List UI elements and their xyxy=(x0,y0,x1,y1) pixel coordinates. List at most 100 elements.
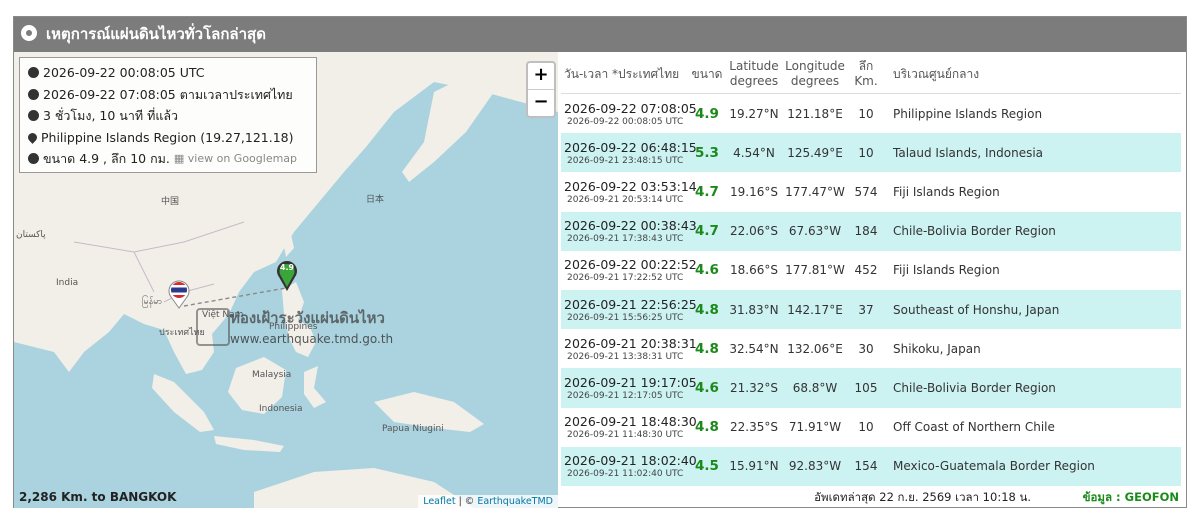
cell-depth: 10 xyxy=(858,420,874,435)
table-header-row: วัน-เวลา *ประเทศไทย ขนาด Latitude degrees… xyxy=(561,55,1181,94)
local-time: 2026-09-22 07:08:05 xyxy=(564,100,697,116)
utc-time: 2026-09-21 11:02:40 UTC xyxy=(567,469,684,480)
quake-pin-magnitude: 4.9 xyxy=(279,263,295,272)
utc-time: 2026-09-21 17:38:43 UTC xyxy=(567,234,684,245)
info-ago-row: 3 ชั่วโมง, 10 นาที ที่แล้ว xyxy=(28,105,308,127)
leaflet-link[interactable]: Leaflet xyxy=(423,496,455,507)
panel-title: เหตุการณ์แผ่นดินไหวทั่วโลกล่าสุด xyxy=(46,25,266,43)
local-time: 2026-09-21 18:02:40 xyxy=(564,453,697,469)
col-region: บริเวณศูนย์กลาง xyxy=(885,55,1181,94)
cell-latitude: 21.32°S xyxy=(725,368,783,408)
table-row[interactable]: 2026-09-22 00:22:52 2026-09-21 17:22:52 U… xyxy=(561,251,1181,290)
cell-latitude: 15.91°N xyxy=(725,446,783,486)
quake-marker[interactable]: 4.9 xyxy=(276,260,298,292)
googlemap-label: view on Googlemap xyxy=(187,152,298,165)
cell-depth: 10 xyxy=(847,133,885,173)
table-row[interactable]: 2026-09-21 18:02:40 2026-09-21 11:02:40 U… xyxy=(561,446,1181,486)
cell-datetime: 2026-09-22 07:08:05 2026-09-22 00:08:05 U… xyxy=(561,94,697,134)
cell-region: Shikoku, Japan xyxy=(893,341,981,356)
thailand-marker[interactable] xyxy=(166,279,192,309)
utc-time: 2026-09-21 15:56:25 UTC xyxy=(567,312,684,323)
cell-datetime: 2026-09-22 00:22:52 2026-09-21 17:22:52 U… xyxy=(561,251,697,290)
map-label-myanmar: မြန်မာ xyxy=(142,297,163,307)
cell-region: Fiji Islands Region xyxy=(893,263,1000,278)
table-row[interactable]: 2026-09-22 00:38:43 2026-09-21 17:38:43 U… xyxy=(561,211,1181,251)
quake-table-wrap: วัน-เวลา *ประเทศไทย ขนาด Latitude degrees… xyxy=(561,55,1181,507)
tmd-watermark: ท่องเฝ้าระวังแผ่นดินไหว www.earthquake.t… xyxy=(194,304,404,360)
local-time: 2026-09-21 22:56:25 xyxy=(564,296,697,312)
cell-datetime: 2026-09-21 18:02:40 2026-09-21 11:02:40 U… xyxy=(561,446,697,486)
info-icon xyxy=(28,153,39,165)
cell-latitude: 22.35°S xyxy=(730,420,778,435)
cell-longitude: 121.18°E xyxy=(787,106,843,121)
cell-longitude: 67.63°W xyxy=(783,211,847,251)
quake-info-box: 2026-09-22 00:08:05 UTC 2026-09-22 07:08… xyxy=(19,57,317,173)
info-local: 2026-09-22 07:08:05 ตามเวลาประเทศไทย xyxy=(43,86,293,102)
cell-datetime: 2026-09-22 06:48:15 2026-09-21 23:48:15 U… xyxy=(561,133,697,173)
utc-time: 2026-09-21 17:22:52 UTC xyxy=(567,273,684,284)
utc-time: 2026-09-21 23:48:15 UTC xyxy=(567,155,684,166)
zoom-out-button[interactable]: − xyxy=(528,89,554,116)
table-row[interactable]: 2026-09-21 20:38:31 2026-09-21 13:38:31 U… xyxy=(561,329,1181,368)
cell-longitude: 132.06°E xyxy=(787,341,843,356)
cell-datetime: 2026-09-21 20:38:31 2026-09-21 13:38:31 U… xyxy=(561,329,697,368)
map-icon: ▦ xyxy=(173,152,185,165)
cell-latitude: 32.54°N xyxy=(729,341,779,356)
cell-region: Mexico-Guatemala Border Region xyxy=(885,446,1181,486)
map-label-malaysia: Malaysia xyxy=(252,370,292,380)
info-region: Philippine Islands Region (19.27,121.18) xyxy=(41,129,294,145)
cell-latitude: 22.06°S xyxy=(725,211,783,251)
googlemap-link[interactable]: ▦ view on Googlemap xyxy=(174,148,297,170)
local-time: 2026-09-22 06:48:15 xyxy=(564,139,697,155)
cell-longitude: 71.91°W xyxy=(788,420,842,435)
map-marker-icon xyxy=(26,130,39,144)
info-ago: 3 ชั่วโมง, 10 นาที ที่แล้ว xyxy=(43,108,179,123)
cell-region: Southeast of Honshu, Japan xyxy=(885,289,1181,330)
info-magdepth: ขนาด 4.9 , ลึก 10 กม. xyxy=(43,151,170,166)
info-utc-row: 2026-09-22 00:08:05 UTC xyxy=(28,62,308,84)
map-label-india: India xyxy=(56,278,79,288)
map-label-pakistan: پاکستان xyxy=(16,230,46,240)
utc-time: 2026-09-21 20:53:14 UTC xyxy=(567,194,684,205)
table-row[interactable]: 2026-09-21 18:48:30 2026-09-21 11:48:30 U… xyxy=(561,408,1181,447)
stopwatch-icon xyxy=(28,110,39,122)
cell-latitude: 19.16°S xyxy=(730,184,778,199)
info-local-row: 2026-09-22 07:08:05 ตามเวลาประเทศไทย xyxy=(28,84,308,106)
table-row[interactable]: 2026-09-22 03:53:14 2026-09-21 20:53:14 U… xyxy=(561,172,1181,211)
cell-region: Off Coast of Northern Chile xyxy=(893,420,1055,435)
map-label-japan: 日本 xyxy=(366,195,385,205)
last-updated: อัพเดทล่าสุด 22 ก.ย. 2569 เวลา 10:18 น. xyxy=(814,490,1031,504)
watermark-title: ท่องเฝ้าระวังแผ่นดินไหว xyxy=(230,309,385,327)
table-row[interactable]: 2026-09-22 06:48:15 2026-09-21 23:48:15 U… xyxy=(561,133,1181,173)
clock-icon xyxy=(28,88,39,100)
local-time: 2026-09-21 18:48:30 xyxy=(564,414,697,430)
zoom-in-button[interactable]: + xyxy=(528,63,554,89)
cell-region: Fiji Islands Region xyxy=(893,184,1000,199)
cell-region: Chile-Bolivia Border Region xyxy=(885,368,1181,408)
cell-longitude: 177.81°W xyxy=(785,263,845,278)
cell-latitude: 31.83°N xyxy=(725,289,783,330)
local-time: 2026-09-21 20:38:31 xyxy=(564,335,697,351)
info-region-row: Philippine Islands Region (19.27,121.18) xyxy=(26,127,308,149)
cell-datetime: 2026-09-22 03:53:14 2026-09-21 20:53:14 U… xyxy=(561,172,697,211)
clock-icon xyxy=(28,67,39,79)
earthquake-map[interactable]: 中国 日本 India پاکستان မြန်မာ Việt Nam ประเ… xyxy=(14,52,558,508)
tmd-link[interactable]: EarthquakeTMD xyxy=(477,496,553,507)
cell-depth: 574 xyxy=(854,184,878,199)
table-row[interactable]: 2026-09-21 22:56:25 2026-09-21 15:56:25 U… xyxy=(561,289,1181,330)
cell-datetime: 2026-09-22 00:38:43 2026-09-21 17:38:43 U… xyxy=(561,211,697,251)
cell-region: Talaud Islands, Indonesia xyxy=(885,133,1181,173)
quake-table: วัน-เวลา *ประเทศไทย ขนาด Latitude degrees… xyxy=(561,55,1181,486)
record-icon xyxy=(21,25,37,41)
cell-region: Philippine Islands Region xyxy=(893,106,1043,121)
map-label-china: 中国 xyxy=(161,197,180,207)
table-row[interactable]: 2026-09-22 07:08:05 2026-09-22 00:08:05 U… xyxy=(561,94,1181,134)
cell-longitude: 142.17°E xyxy=(783,289,847,330)
cell-magnitude: 4.8 xyxy=(689,289,725,330)
local-time: 2026-09-22 00:22:52 xyxy=(564,257,697,273)
cell-depth: 452 xyxy=(854,263,878,278)
data-source: ข้อมูล : GEOFON xyxy=(1082,490,1179,504)
zoom-control: + − xyxy=(526,61,556,118)
info-magdepth-row: ขนาด 4.9 , ลึก 10 กม. ▦ view on Googlema… xyxy=(28,148,308,170)
table-row[interactable]: 2026-09-21 19:17:05 2026-09-21 12:17:05 U… xyxy=(561,368,1181,408)
